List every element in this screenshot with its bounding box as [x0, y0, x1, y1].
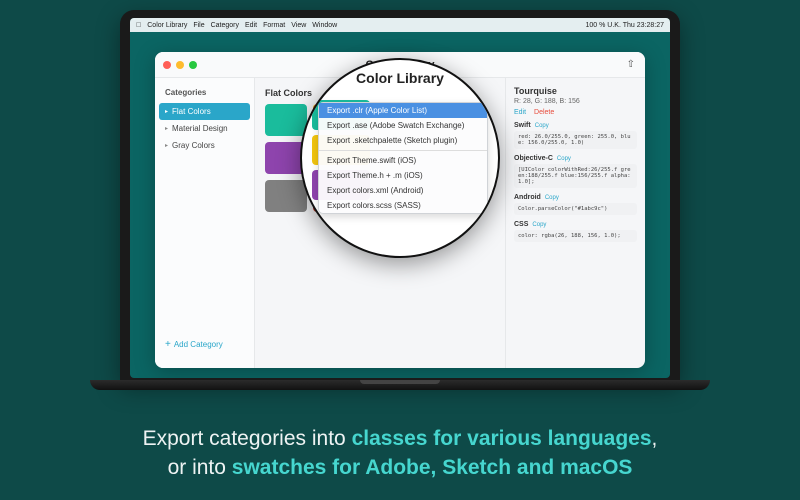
chevron-right-icon: ▸ [165, 125, 168, 132]
code-group: Objective-C Copy [UIColor colorWithRed:26/… [514, 155, 637, 188]
laptop-notch [360, 380, 440, 384]
add-category-button[interactable]: + Add Category [155, 331, 254, 358]
export-menu-item[interactable]: Export .clr (Apple Color List) [319, 103, 487, 118]
menu-separator [319, 150, 487, 151]
color-name: Tourquise [514, 86, 637, 96]
traffic-lights [163, 61, 197, 69]
chevron-right-icon: ▸ [165, 142, 168, 149]
export-menu-item[interactable]: Export .ase (Adobe Swatch Exchange) [319, 118, 487, 133]
delete-button[interactable]: Delete [534, 109, 554, 116]
menubar-item-category[interactable]: Category [211, 22, 239, 29]
menubar-app-name[interactable]: Color Library [147, 22, 187, 29]
plus-icon: + [165, 339, 171, 350]
sidebar-item-label: Material Design [172, 124, 228, 133]
sidebar-item-flat-colors[interactable]: ▸ Flat Colors [159, 103, 250, 120]
export-menu-item[interactable]: Export colors.scss (SASS) [319, 198, 487, 213]
color-swatch[interactable] [265, 180, 307, 212]
copy-button[interactable]: Copy [545, 195, 559, 201]
menubar-item-window[interactable]: Window [312, 22, 337, 29]
code-group-label: CSS [514, 221, 528, 228]
code-group-label: Android [514, 194, 541, 201]
export-context-menu: Export .clr (Apple Color List)Export .as… [318, 102, 488, 214]
code-snippet: Color.parseColor("#1abc9c") [514, 203, 637, 215]
sidebar-item-gray-colors[interactable]: ▸ Gray Colors [155, 137, 254, 154]
sidebar-item-label: Gray Colors [172, 141, 215, 150]
code-snippet: color: rgba(26, 188, 156, 1.0); [514, 230, 637, 242]
copy-button[interactable]: Copy [557, 156, 571, 162]
marketing-caption: Export categories into classes for vario… [0, 425, 800, 482]
code-group: Swift Copy red: 26.0/255.0, green: 255.0, … [514, 122, 637, 149]
copy-button[interactable]: Copy [532, 222, 546, 228]
sidebar-item-material-design[interactable]: ▸ Material Design [155, 120, 254, 137]
sidebar-heading: Categories [155, 88, 254, 103]
close-button[interactable] [163, 61, 171, 69]
magnified-title: Color Library [302, 70, 498, 86]
zoom-button[interactable] [189, 61, 197, 69]
export-menu-item[interactable]: Export .sketchpalette (Sketch plugin) [319, 133, 487, 148]
menubar-item-file[interactable]: File [193, 22, 204, 29]
add-category-label: Add Category [174, 340, 223, 349]
code-group: Android Copy Color.parseColor("#1abc9c") [514, 194, 637, 215]
export-menu-item[interactable]: Export Theme.h + .m (iOS) [319, 168, 487, 183]
minimize-button[interactable] [176, 61, 184, 69]
color-swatch[interactable] [265, 104, 307, 136]
code-snippet: [UIColor colorWithRed:26/255.f green:188… [514, 164, 637, 188]
apple-menu-icon[interactable]:  [136, 22, 141, 29]
menubar-item-edit[interactable]: Edit [245, 22, 257, 29]
macos-menubar:  Color Library File Category Edit Forma… [130, 18, 670, 32]
code-snippet: red: 26.0/255.0, green: 255.0, blue: 156… [514, 131, 637, 149]
color-rgb: R: 28, G: 188, B: 156 [514, 98, 637, 105]
code-group: CSS Copy color: rgba(26, 188, 156, 1.0); [514, 221, 637, 242]
code-group-label: Swift [514, 122, 531, 129]
sidebar: Categories ▸ Flat Colors ▸ Material Desi… [155, 78, 255, 368]
export-menu-item[interactable]: Export Theme.swift (iOS) [319, 153, 487, 168]
chevron-right-icon: ▸ [165, 108, 168, 115]
laptop-base [90, 380, 710, 390]
copy-button[interactable]: Copy [535, 123, 549, 129]
menubar-status-right: 100 % U.K. Thu 23:28:27 [586, 22, 664, 29]
detail-panel: Tourquise R: 28, G: 188, B: 156 Edit Del… [505, 78, 645, 368]
menubar-item-format[interactable]: Format [263, 22, 285, 29]
edit-button[interactable]: Edit [514, 109, 526, 116]
code-group-label: Objective-C [514, 155, 553, 162]
magnifier-overlay: Color Library Export .clr (Apple Color L… [300, 58, 500, 258]
menubar-item-view[interactable]: View [291, 22, 306, 29]
share-icon[interactable]: ⇧ [627, 59, 635, 70]
export-menu-item[interactable]: Export colors.xml (Android) [319, 183, 487, 198]
sidebar-item-label: Flat Colors [172, 107, 211, 116]
